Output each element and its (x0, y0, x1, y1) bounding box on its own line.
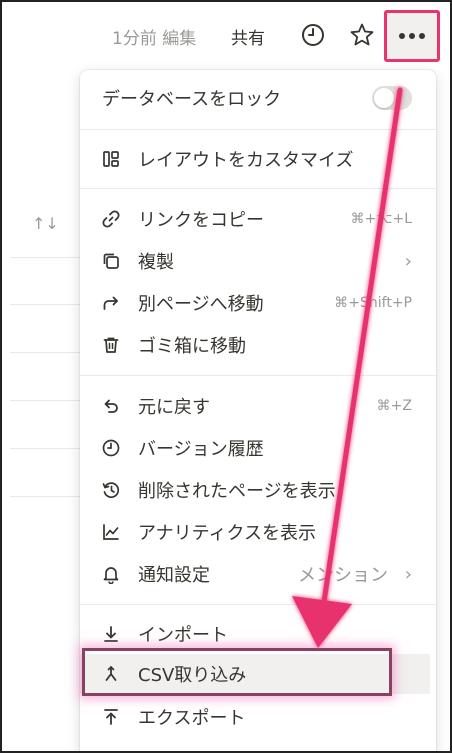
menu-item-export[interactable]: エクスポート (80, 697, 436, 737)
star-icon[interactable] (349, 22, 375, 48)
menu-item-move-to[interactable]: 別ページへ移動 ⌘+Shift+P (80, 283, 436, 323)
shortcut-text: ⌘+Z (376, 398, 412, 414)
menu-item-show-deleted[interactable]: 削除されたページを表示 (80, 470, 436, 510)
menu-divider (80, 129, 436, 130)
menu-item-trash[interactable]: ゴミ箱に移動 (80, 325, 436, 365)
table-row-divider (10, 304, 80, 305)
menu-item-copy-link[interactable]: リンクをコピー ⌘+⌥+L (80, 199, 436, 239)
menu-item-label: ゴミ箱に移動 (138, 336, 246, 357)
table-row-divider (10, 496, 80, 497)
menu-item-label: 削除されたページを表示 (138, 481, 336, 502)
menu-item-import[interactable]: インポート (80, 614, 436, 654)
sort-icon[interactable]: ↑↓ (32, 214, 59, 233)
window-frame: 1分前 編集 共有 ↑↓ データベースをロック レイアウトをカスタマイズ リンク… (0, 0, 452, 753)
menu-item-notifications[interactable]: 通知設定 メンション › (80, 554, 436, 594)
menu-item-label: リンクをコピー (138, 210, 264, 231)
top-bar: 1分前 編集 共有 (2, 2, 450, 68)
table-row-divider (10, 352, 80, 353)
menu-item-label: 通知設定 (138, 565, 210, 586)
menu-item-label: 元に戻す (138, 397, 210, 418)
duplicate-icon (100, 250, 122, 272)
notification-setting-value: メンション (298, 565, 388, 586)
link-icon (100, 208, 122, 230)
table-row-divider (10, 257, 80, 258)
bell-icon (100, 563, 122, 585)
export-icon (100, 706, 122, 728)
clock-icon[interactable] (300, 22, 326, 48)
menu-item-label: データベースをロック (102, 89, 282, 110)
menu-item-label: レイアウトをカスタマイズ (138, 150, 354, 171)
menu-item-analytics[interactable]: アナリティクスを表示 (80, 512, 436, 552)
menu-item-label: インポート (138, 625, 228, 646)
undo-icon (100, 395, 122, 417)
table-row-divider (10, 400, 80, 401)
restore-icon (100, 479, 122, 501)
move-arrow-icon (100, 292, 122, 314)
menu-item-label: エクスポート (138, 708, 246, 729)
menu-divider (80, 188, 436, 189)
shortcut-text: ⌘+Shift+P (334, 295, 412, 311)
menu-divider (80, 375, 436, 376)
shortcut-text: ⌘+⌥+L (350, 211, 412, 227)
menu-item-version-history[interactable]: バージョン履歴 (80, 428, 436, 468)
import-icon (100, 623, 122, 645)
menu-item-lock-database[interactable]: データベースをロック (80, 78, 436, 118)
analytics-icon (100, 521, 122, 543)
more-options-button[interactable] (384, 10, 440, 62)
menu-item-label: 別ページへ移動 (138, 294, 264, 315)
layout-icon (100, 148, 122, 170)
last-edited-text: 1分前 編集 (112, 29, 197, 49)
menu-item-duplicate[interactable]: 複製 › (80, 241, 436, 281)
menu-divider (80, 604, 436, 605)
lock-toggle[interactable] (372, 86, 412, 110)
menu-item-label: アナリティクスを表示 (138, 523, 317, 544)
menu-item-label: CSV取り込み (138, 665, 247, 686)
clock-icon (100, 437, 122, 459)
chevron-right-icon: › (404, 563, 412, 585)
table-row-divider (10, 448, 80, 449)
more-icon (399, 33, 405, 39)
more-options-menu: データベースをロック レイアウトをカスタマイズ リンクをコピー ⌘+⌥+L 複製… (80, 70, 436, 751)
chevron-right-icon: › (404, 250, 412, 272)
menu-item-customize-layout[interactable]: レイアウトをカスタマイズ (80, 139, 436, 179)
menu-item-label: 複製 (138, 252, 174, 273)
merge-icon (100, 663, 122, 685)
trash-icon (100, 334, 122, 356)
share-button[interactable]: 共有 (231, 24, 265, 49)
menu-item-label: バージョン履歴 (138, 439, 264, 460)
menu-item-undo[interactable]: 元に戻す ⌘+Z (80, 386, 436, 426)
menu-item-csv-import[interactable]: CSV取り込み (80, 654, 430, 694)
